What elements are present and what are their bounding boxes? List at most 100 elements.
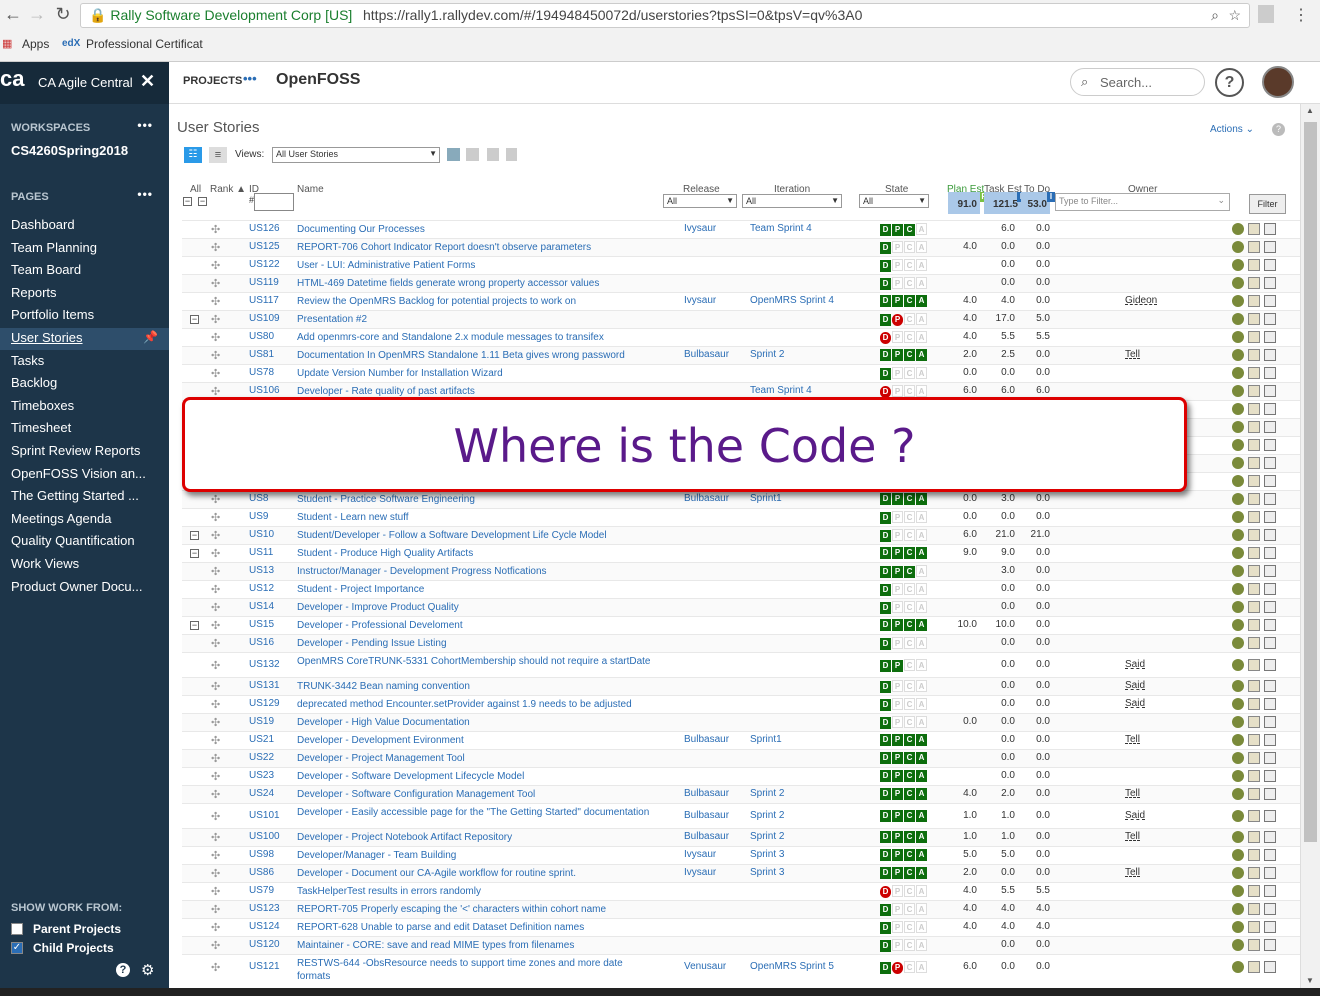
state-a-icon[interactable]: A (916, 680, 927, 692)
state-a-icon[interactable]: A (916, 849, 927, 861)
schedule-state[interactable]: DPCA (880, 903, 930, 916)
story-release[interactable]: Ivysaur (684, 849, 716, 860)
state-a-icon[interactable]: A (916, 349, 927, 361)
state-p-icon[interactable]: P (892, 224, 903, 236)
story-iteration[interactable]: OpenMRS Sprint 5 (750, 961, 834, 972)
story-name[interactable]: Documenting Our Processes (297, 223, 657, 236)
story-name[interactable]: Developer - Development Evironment (297, 734, 657, 747)
projects-menu-icon[interactable]: ••• (243, 71, 257, 86)
state-d-icon[interactable]: D (880, 770, 891, 782)
drag-handle-icon[interactable]: ✣ (211, 680, 220, 693)
state-d-icon[interactable]: D (880, 849, 891, 861)
details-icon[interactable] (1264, 223, 1276, 235)
state-c-icon[interactable]: C (904, 566, 915, 578)
gear-menu-icon[interactable] (1232, 403, 1244, 415)
state-c-icon[interactable]: C (904, 295, 915, 307)
state-a-icon[interactable]: A (916, 659, 927, 671)
drag-handle-icon[interactable]: ✣ (211, 349, 220, 362)
story-name[interactable]: Developer - Improve Product Quality (297, 601, 657, 614)
state-c-icon[interactable]: C (904, 493, 915, 505)
story-iteration[interactable]: Sprint 3 (750, 849, 784, 860)
table-row[interactable]: ✣ US101 Developer - Easily accessible page… (182, 803, 1300, 828)
details-icon[interactable] (1264, 698, 1276, 710)
state-a-icon[interactable]: A (916, 867, 927, 879)
plan-estimate[interactable]: 6.0 (947, 385, 977, 396)
gear-menu-icon[interactable] (1232, 698, 1244, 710)
edit-icon[interactable] (1248, 637, 1260, 649)
story-iteration[interactable]: Team Sprint 4 (750, 385, 812, 396)
edit-icon[interactable] (1248, 961, 1260, 973)
plan-estimate[interactable]: 4.0 (947, 331, 977, 342)
story-name[interactable]: Developer - Easily accessible page for t… (297, 806, 657, 819)
schedule-state[interactable]: DPCA (880, 241, 930, 254)
avatar[interactable] (1262, 66, 1294, 98)
reload-icon[interactable]: ↻ (52, 4, 74, 25)
state-p-icon[interactable]: P (892, 921, 903, 933)
state-a-icon[interactable]: A (916, 223, 927, 235)
table-row[interactable]: − ✣ US11 Student - Produce High Quality Art… (182, 544, 1300, 562)
state-a-icon[interactable]: A (916, 385, 927, 397)
state-c-icon[interactable]: C (904, 867, 915, 879)
edit-icon[interactable] (1248, 939, 1260, 951)
story-owner[interactable]: Said (1125, 659, 1145, 670)
gear-menu-icon[interactable] (1232, 241, 1244, 253)
state-c-icon[interactable]: C (904, 349, 915, 361)
story-name[interactable]: RESTWS-644 -ObsResource needs to support… (297, 957, 657, 983)
state-p-icon[interactable]: P (892, 601, 903, 613)
state-p-icon[interactable]: P (892, 885, 903, 897)
state-d-icon[interactable]: D (880, 530, 891, 542)
state-c-icon[interactable]: C (904, 885, 915, 897)
story-iteration[interactable]: Sprint 3 (750, 867, 784, 878)
state-c-icon[interactable]: C (904, 831, 915, 843)
star-icon[interactable]: ☆ (1228, 4, 1241, 27)
pages-menu-icon[interactable]: ••• (137, 187, 153, 201)
state-a-icon[interactable]: A (916, 810, 927, 822)
state-d-icon[interactable]: D (880, 810, 891, 822)
schedule-state[interactable]: DPCA (880, 259, 930, 272)
drag-handle-icon[interactable]: ✣ (211, 770, 220, 783)
story-iteration[interactable]: Team Sprint 4 (750, 223, 812, 234)
state-a-icon[interactable]: A (916, 547, 927, 559)
state-d-icon[interactable]: D (880, 314, 891, 326)
story-release[interactable]: Bulbasaur (684, 810, 729, 821)
details-icon[interactable] (1264, 752, 1276, 764)
edit-icon[interactable] (1248, 529, 1260, 541)
state-d-icon[interactable]: D (880, 566, 891, 578)
story-id[interactable]: US24 (249, 788, 274, 799)
state-d-icon[interactable]: D (880, 734, 891, 746)
plan-estimate[interactable]: 0.0 (947, 493, 977, 504)
drag-handle-icon[interactable]: ✣ (211, 583, 220, 596)
drag-handle-icon[interactable]: ✣ (211, 659, 220, 672)
story-release[interactable]: Ivysaur (684, 867, 716, 878)
story-id[interactable]: US81 (249, 349, 274, 360)
state-p-icon[interactable]: P (892, 367, 903, 379)
details-icon[interactable] (1264, 810, 1276, 822)
plan-estimate[interactable]: 5.0 (947, 849, 977, 860)
gear-menu-icon[interactable] (1232, 961, 1244, 973)
plan-estimate[interactable]: 4.0 (947, 903, 977, 914)
plan-estimate[interactable]: 0.0 (947, 367, 977, 378)
scroll-down-icon[interactable]: ▼ (1306, 976, 1314, 985)
state-a-icon[interactable]: A (916, 295, 927, 307)
story-id[interactable]: US101 (249, 810, 280, 821)
story-name[interactable]: Student - Produce High Quality Artifacts (297, 547, 657, 560)
state-p-icon[interactable]: P (892, 660, 903, 672)
edit-icon[interactable] (1248, 698, 1260, 710)
table-row[interactable]: ✣ US125 REPORT-706 Cohort Indicator Report… (182, 238, 1300, 256)
state-p-icon[interactable]: P (892, 716, 903, 728)
details-icon[interactable] (1264, 770, 1276, 782)
schedule-state[interactable]: DPCA (880, 885, 930, 898)
state-a-icon[interactable]: A (916, 259, 927, 271)
story-owner[interactable]: Tell (1125, 734, 1140, 745)
state-c-icon[interactable]: C (904, 385, 915, 397)
state-d-icon[interactable]: D (880, 619, 891, 631)
state-p-icon[interactable]: P (892, 295, 903, 307)
table-row[interactable]: ✣ US80 Add openmrs-core and Standalone 2.x… (182, 328, 1300, 346)
zoom-icon[interactable]: ⌕ (1211, 4, 1219, 27)
sidebar-item-meetings-agenda[interactable]: Meetings Agenda (11, 511, 161, 526)
details-icon[interactable] (1264, 867, 1276, 879)
state-p-icon[interactable]: P (892, 259, 903, 271)
story-iteration[interactable]: Sprint 2 (750, 810, 784, 821)
state-c-icon[interactable]: C (904, 547, 915, 559)
search-input[interactable]: Search... (1100, 75, 1152, 90)
